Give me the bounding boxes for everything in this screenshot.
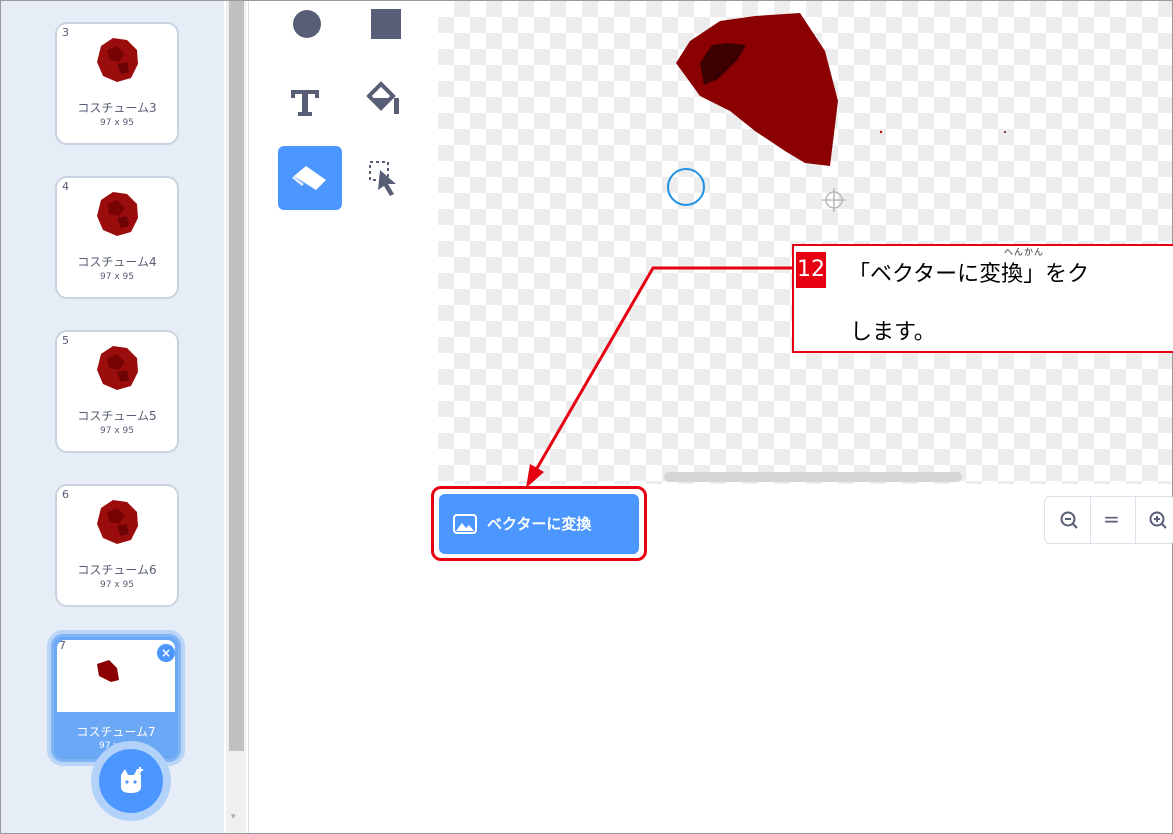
- callout-arrow: [526, 266, 792, 488]
